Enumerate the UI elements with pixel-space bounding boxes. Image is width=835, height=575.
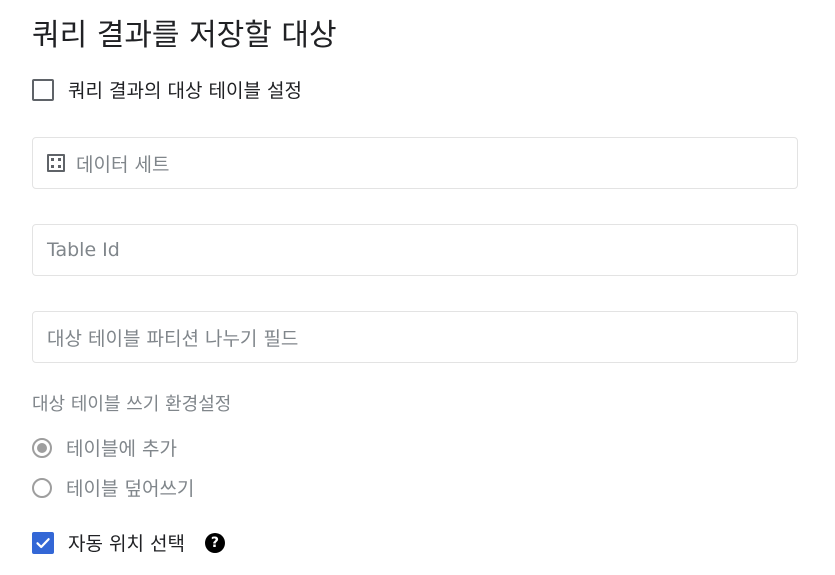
radio-overwrite-row[interactable]: 테이블 덮어쓰기	[32, 474, 194, 501]
auto-location-label[interactable]: 자동 위치 선택	[68, 529, 185, 556]
radio-overwrite[interactable]	[32, 477, 52, 498]
query-destination-panel: 쿼리 결과를 저장할 대상 쿼리 결과의 대상 테이블 설정 데이터 세트 Ta…	[0, 0, 835, 575]
page-title: 쿼리 결과를 저장할 대상	[32, 18, 337, 53]
radio-overwrite-label[interactable]: 테이블 덮어쓰기	[66, 474, 194, 501]
dataset-field[interactable]: 데이터 세트	[32, 137, 798, 189]
radio-selected-dot	[37, 442, 47, 453]
partition-field-input[interactable]: 대상 테이블 파티션 나누기 필드	[32, 311, 798, 363]
radio-append[interactable]	[32, 437, 52, 458]
destination-table-checkbox-label[interactable]: 쿼리 결과의 대상 테이블 설정	[68, 76, 302, 103]
dataset-grid-icon	[47, 154, 65, 172]
partition-field-placeholder: 대상 테이블 파티션 나누기 필드	[47, 327, 299, 350]
destination-table-checkbox-row[interactable]: 쿼리 결과의 대상 테이블 설정	[32, 76, 302, 103]
write-preference-label: 대상 테이블 쓰기 환경설정	[32, 394, 232, 415]
dataset-placeholder: 데이터 세트	[76, 153, 170, 176]
auto-location-checkbox[interactable]	[32, 531, 54, 554]
help-icon[interactable]: ?	[204, 532, 225, 553]
radio-append-row[interactable]: 테이블에 추가	[32, 434, 177, 461]
destination-table-checkbox[interactable]	[32, 78, 54, 101]
table-id-placeholder: Table Id	[47, 239, 120, 261]
auto-location-row[interactable]: 자동 위치 선택 ?	[32, 529, 225, 556]
table-id-field[interactable]: Table Id	[32, 224, 798, 276]
radio-append-label[interactable]: 테이블에 추가	[66, 434, 177, 461]
check-icon	[36, 537, 50, 548]
